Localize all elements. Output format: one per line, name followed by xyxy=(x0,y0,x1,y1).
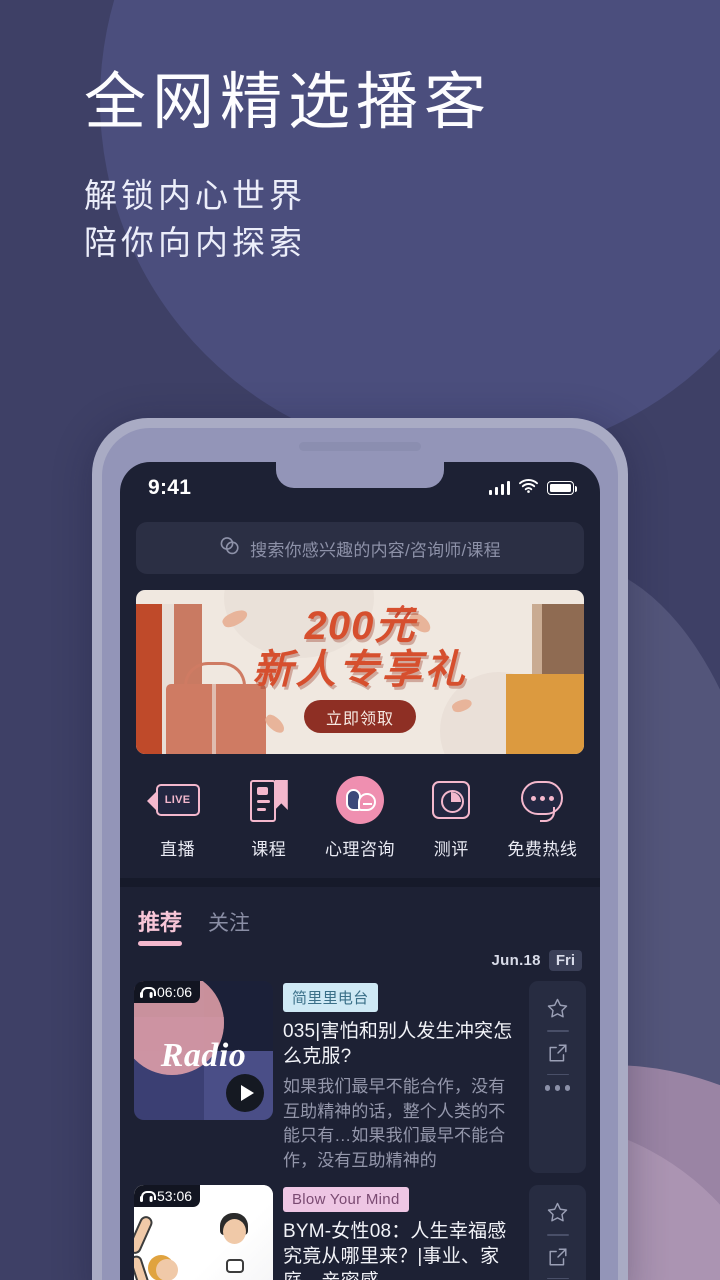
action-divider xyxy=(546,1234,569,1236)
hero-title: 全网精选播客 xyxy=(84,68,493,137)
hero-copy: 全网精选播客 解锁内心世界 陪你向内探索 xyxy=(84,66,684,267)
episode-title: BYM-女性08：人生幸福感究竟从哪里来？|事业、家庭、亲密感 xyxy=(283,1221,507,1280)
quicknav-item-course[interactable]: 课程 xyxy=(223,776,314,860)
promo-banner-section: 200元 新人专享礼 立即领取 xyxy=(120,574,600,754)
tab-following[interactable]: 关注 xyxy=(208,907,250,946)
episode-thumbnail[interactable]: 53:06 xyxy=(134,1185,273,1280)
duration-label: 06:06 xyxy=(157,984,193,1000)
quicknav-label: 直播 xyxy=(160,840,196,859)
share-icon[interactable] xyxy=(547,1246,569,1268)
phone-screen: 9:41 搜索你感兴趣的内容/咨询师/课程 200元 新人专享礼 立即领取 LI… xyxy=(120,462,600,1280)
quick-nav: LIVE 直播 课程 心理咨询 测评 免费热线 xyxy=(120,754,600,878)
episode-body: Blow Your Mind BYM-女性08：人生幸福感究竟从哪里来？|事业、… xyxy=(283,1185,519,1280)
more-dots-icon[interactable] xyxy=(544,1085,571,1091)
star-icon[interactable] xyxy=(546,997,569,1020)
headphone-icon xyxy=(140,986,156,998)
list-item[interactable]: Radio 06:06 简里里电台 035|害怕和别人发生冲突怎么克服? 如果我… xyxy=(134,981,586,1185)
phone-mockup: 9:41 搜索你感兴趣的内容/咨询师/课程 200元 新人专享礼 立即领取 LI… xyxy=(92,418,628,1280)
feed-list: Radio 06:06 简里里电台 035|害怕和别人发生冲突怎么克服? 如果我… xyxy=(120,981,600,1280)
search-placeholder: 搜索你感兴趣的内容/咨询师/课程 xyxy=(250,540,501,560)
feed-tabs: 推荐 关注 xyxy=(120,887,600,946)
battery-icon xyxy=(547,481,578,495)
psychology-icon xyxy=(336,776,384,824)
share-icon[interactable] xyxy=(547,1042,569,1064)
banner-text-group: 200元 新人专享礼 立即领取 xyxy=(136,606,584,733)
duration-badge: 53:06 xyxy=(134,1185,201,1208)
banner-headline-sub: 新人专享礼 xyxy=(252,648,468,692)
banner-headline-amount: 200元 xyxy=(304,604,416,648)
quicknav-item-hotline[interactable]: 免费热线 xyxy=(497,776,588,860)
tab-recommend[interactable]: 推荐 xyxy=(138,905,183,946)
quicknav-item-assessment[interactable]: 测评 xyxy=(406,776,497,860)
signal-bars-icon xyxy=(488,481,510,495)
quicknav-item-live[interactable]: LIVE 直播 xyxy=(132,776,223,860)
episode-title: 035|害怕和别人发生冲突怎么克服? xyxy=(283,1021,513,1068)
thumb-wordmark: Radio xyxy=(160,1037,247,1074)
phone-bezel: 9:41 搜索你感兴趣的内容/咨询师/课程 200元 新人专享礼 立即领取 LI… xyxy=(102,428,618,1280)
channel-tag[interactable]: 简里里电台 xyxy=(283,983,378,1012)
episode-description: 如果我们最早不能合作，没有互助精神的话，整个人类的不能只有…如果我们最早不能合作… xyxy=(283,1077,506,1170)
play-button[interactable] xyxy=(226,1074,264,1112)
status-clock: 9:41 xyxy=(148,476,192,499)
episode-actions xyxy=(529,981,586,1174)
assessment-chart-icon xyxy=(427,776,475,824)
live-badge-label: LIVE xyxy=(164,794,191,806)
book-icon xyxy=(245,776,293,824)
phone-speaker xyxy=(299,442,421,451)
search-input[interactable]: 搜索你感兴趣的内容/咨询师/课程 xyxy=(136,522,584,574)
status-bar: 9:41 xyxy=(120,462,600,514)
quicknav-item-counseling[interactable]: 心理咨询 xyxy=(314,776,405,860)
action-divider xyxy=(546,1073,569,1076)
list-item[interactable]: 53:06 Blow Your Mind BYM-女性08：人生幸福感究竟从哪里… xyxy=(134,1185,586,1280)
feed-date-label: Jun.18 xyxy=(491,952,541,969)
action-divider xyxy=(546,1030,569,1032)
duration-badge: 06:06 xyxy=(134,981,201,1003)
channel-tag[interactable]: Blow Your Mind xyxy=(283,1187,409,1213)
hero-subtitle-line-2: 陪你向内探索 xyxy=(84,224,306,262)
episode-thumbnail[interactable]: Radio 06:06 xyxy=(134,981,273,1120)
hero-subtitle: 解锁内心世界 陪你向内探索 xyxy=(84,173,684,267)
section-divider xyxy=(120,878,600,887)
feed-date-row: Jun.18 Fri xyxy=(120,946,600,981)
quicknav-label: 测评 xyxy=(433,840,469,859)
banner-claim-button[interactable]: 立即领取 xyxy=(304,700,416,733)
live-icon: LIVE xyxy=(146,776,202,824)
hotline-chat-icon xyxy=(518,776,566,824)
wifi-icon xyxy=(519,478,538,498)
status-system-icons xyxy=(488,478,578,498)
feed-date-weekday: Fri xyxy=(548,950,582,971)
hero-subtitle-line-1: 解锁内心世界 xyxy=(84,177,306,215)
promo-banner[interactable]: 200元 新人专享礼 立即领取 xyxy=(136,590,584,754)
episode-body: 简里里电台 035|害怕和别人发生冲突怎么克服? 如果我们最早不能合作，没有互助… xyxy=(283,981,519,1173)
action-divider xyxy=(546,1277,569,1280)
star-icon[interactable] xyxy=(546,1201,569,1224)
search-section: 搜索你感兴趣的内容/咨询师/课程 xyxy=(120,514,600,574)
quicknav-label: 免费热线 xyxy=(507,840,578,859)
duration-label: 53:06 xyxy=(157,1188,193,1205)
episode-actions xyxy=(529,1185,586,1280)
search-logo-icon xyxy=(219,536,241,561)
headphone-icon xyxy=(140,1190,156,1202)
quicknav-label: 课程 xyxy=(251,840,287,859)
quicknav-label: 心理咨询 xyxy=(325,840,395,859)
